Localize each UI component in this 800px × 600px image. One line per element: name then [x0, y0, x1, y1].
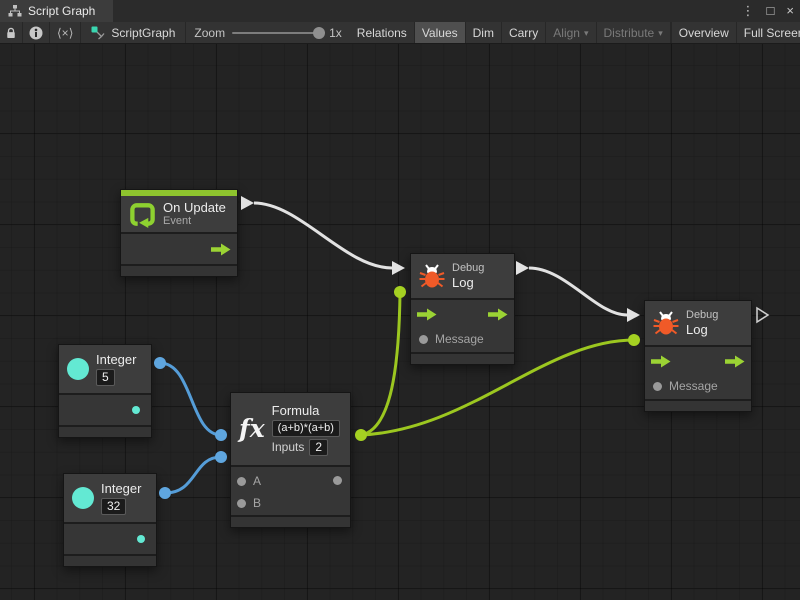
breadcrumb-label: ScriptGraph: [111, 26, 175, 40]
code-view-button[interactable]: ⟨×⟩: [50, 22, 81, 43]
flow-input-port[interactable]: [651, 355, 671, 368]
port-label: A: [253, 474, 261, 488]
button-label: Values: [422, 26, 458, 40]
chevron-down-icon: ▾: [584, 28, 589, 39]
graph-tab-icon: [8, 5, 22, 17]
toolbar-button-fullscreen[interactable]: Full Screen: [737, 22, 800, 43]
graph-toolbar: ⟨×⟩ ScriptGraph Zoom 1x Relations Values…: [0, 22, 800, 44]
inputs-value-field[interactable]: 2: [309, 439, 328, 456]
zoom-label: Zoom: [194, 26, 225, 40]
toolbar-button-distribute[interactable]: Distribute ▾: [597, 22, 671, 43]
integer-icon: [72, 487, 94, 509]
toolbar-button-overview[interactable]: Overview: [671, 22, 737, 43]
port-label: Message: [669, 379, 718, 393]
value-input-port[interactable]: [419, 335, 428, 344]
node-integer-32[interactable]: Integer 32: [63, 473, 157, 567]
wire-endpoint: [628, 334, 640, 346]
wire-endpoint: [159, 487, 171, 499]
node-debug-log-1[interactable]: Debug Log Message: [410, 253, 515, 365]
lock-icon: [6, 26, 16, 40]
button-label: Distribute: [604, 26, 655, 40]
formula-expression-field[interactable]: (a+b)*(a+b): [272, 420, 340, 437]
node-subtitle: Event: [163, 215, 226, 228]
value-output-port[interactable]: [333, 476, 342, 485]
integer-value-field[interactable]: 32: [101, 498, 126, 515]
inputs-label: Inputs: [272, 440, 305, 454]
tab-script-graph[interactable]: Script Graph: [0, 0, 113, 22]
tab-title: Script Graph: [28, 4, 95, 18]
node-footer: [64, 556, 156, 566]
value-input-port[interactable]: [653, 382, 662, 391]
button-label: Relations: [357, 26, 407, 40]
node-title: Integer: [101, 481, 141, 496]
wire-endpoint: [394, 286, 406, 298]
lock-button[interactable]: [0, 22, 23, 43]
port-label: B: [253, 496, 261, 510]
node-footer: [59, 427, 151, 437]
flow-output-port[interactable]: [211, 243, 231, 256]
zoom-value: 1x: [329, 26, 342, 40]
kebab-menu-icon[interactable]: ⋮: [742, 0, 755, 22]
node-title: On Update: [163, 200, 226, 215]
code-toggle-icon: ⟨×⟩: [57, 26, 73, 40]
close-icon[interactable]: ×: [786, 0, 794, 22]
toolbar-button-relations[interactable]: Relations: [350, 22, 415, 43]
value-output-port[interactable]: [132, 406, 140, 414]
fx-icon: fx: [239, 416, 265, 442]
node-footer: [411, 354, 514, 364]
zoom-control: Zoom 1x: [186, 22, 349, 43]
node-debug-log-2[interactable]: Debug Log Message: [644, 300, 752, 412]
toolbar-button-align[interactable]: Align ▾: [546, 22, 596, 43]
node-title: Integer: [96, 352, 136, 367]
node-title: Log: [452, 275, 484, 290]
info-icon: [29, 26, 43, 40]
flow-output-port[interactable]: [488, 308, 508, 321]
toolbar-button-carry[interactable]: Carry: [502, 22, 546, 43]
node-title: Formula: [272, 403, 340, 418]
zoom-slider[interactable]: [232, 32, 322, 34]
button-label: Dim: [473, 26, 494, 40]
node-title: Log: [686, 322, 718, 337]
node-formula[interactable]: fx Formula (a+b)*(a+b) Inputs 2 A B: [230, 392, 351, 528]
node-on-update[interactable]: On Update Event: [120, 189, 238, 277]
maximize-icon[interactable]: □: [767, 0, 775, 22]
integer-icon: [67, 358, 89, 380]
value-output-port[interactable]: [137, 535, 145, 543]
button-label: Carry: [509, 26, 538, 40]
value-input-port-a[interactable]: [237, 477, 246, 486]
integer-value-field[interactable]: 5: [96, 369, 115, 386]
node-category: Debug: [686, 309, 718, 322]
button-label: Full Screen: [744, 26, 800, 40]
wire-endpoint: [154, 357, 166, 369]
button-label: Align: [553, 26, 580, 40]
window-titlebar: Script Graph ⋮ □ ×: [0, 0, 800, 22]
zoom-slider-handle[interactable]: [313, 27, 325, 39]
flow-output-port[interactable]: [725, 355, 745, 368]
script-graph-icon: [91, 26, 105, 40]
toolbar-button-values[interactable]: Values: [415, 22, 466, 43]
flow-input-port[interactable]: [417, 308, 437, 321]
bug-icon: [653, 311, 679, 335]
node-category: Debug: [452, 262, 484, 275]
node-integer-5[interactable]: Integer 5: [58, 344, 152, 438]
value-input-port-b[interactable]: [237, 499, 246, 508]
button-label: Overview: [679, 26, 729, 40]
chevron-down-icon: ▾: [658, 28, 663, 39]
node-footer: [645, 401, 751, 411]
wire-endpoint: [215, 429, 227, 441]
node-footer: [231, 517, 350, 527]
breadcrumb[interactable]: ScriptGraph: [81, 22, 186, 43]
wire-endpoint: [355, 429, 367, 441]
info-button[interactable]: [23, 22, 50, 43]
loop-icon: [129, 201, 156, 228]
port-label: Message: [435, 332, 484, 346]
toolbar-button-dim[interactable]: Dim: [466, 22, 502, 43]
wire-endpoint: [215, 451, 227, 463]
bug-icon: [419, 264, 445, 288]
node-footer: [121, 266, 237, 276]
